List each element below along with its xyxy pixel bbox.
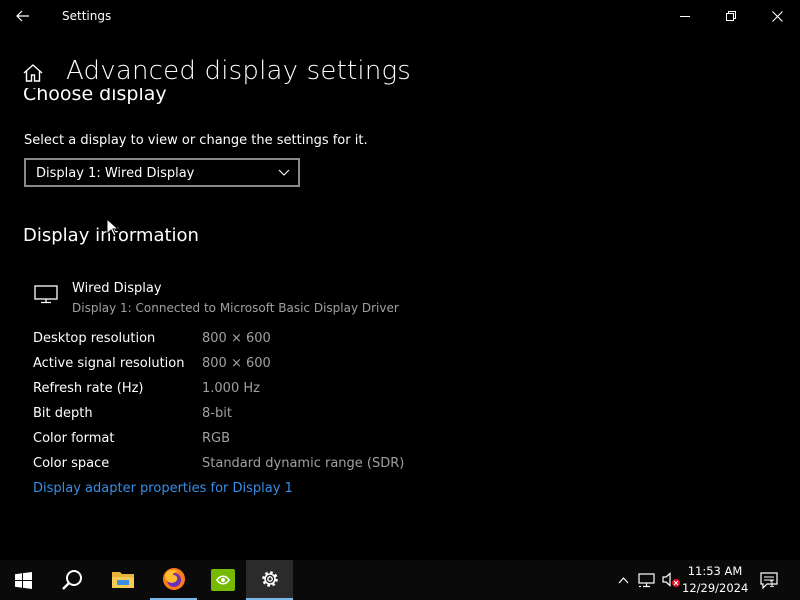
close-button[interactable] — [754, 0, 800, 32]
monitor-icon — [34, 285, 58, 304]
taskbar-clock[interactable]: 11:53 AM 12/29/2024 — [682, 563, 748, 597]
taskbar-file-explorer[interactable] — [99, 560, 146, 600]
display-name: Wired Display — [72, 281, 162, 296]
start-button[interactable] — [0, 560, 47, 600]
network-tray-button[interactable] — [636, 560, 658, 600]
file-explorer-icon — [111, 572, 134, 588]
info-row-bit-depth: Bit depth 8-bit — [33, 406, 433, 426]
settings-icon — [261, 571, 278, 587]
info-value: RGB — [202, 431, 231, 446]
search-icon — [61, 570, 82, 590]
info-row-color-format: Color format RGB — [33, 431, 433, 451]
info-label: Color space — [33, 456, 110, 471]
info-label: Bit depth — [33, 406, 93, 421]
start-icon — [15, 571, 32, 589]
taskbar-nvidia[interactable] — [199, 560, 246, 600]
home-button[interactable] — [22, 62, 46, 86]
info-value: 800 × 600 — [202, 356, 271, 371]
volume-muted-icon — [662, 572, 680, 587]
show-hidden-icons-button[interactable] — [614, 560, 632, 600]
choose-display-heading-wrap: Choose display — [23, 88, 323, 110]
home-icon — [23, 64, 43, 82]
clock-time: 11:53 AM — [687, 564, 743, 578]
network-icon — [638, 573, 655, 588]
display-select-label: Select a display to view or change the s… — [24, 133, 368, 148]
info-row-refresh-rate: Refresh rate (Hz) 1.000 Hz — [33, 381, 433, 401]
close-icon — [771, 10, 783, 22]
info-value: 1.000 Hz — [202, 381, 260, 396]
minimize-button[interactable] — [662, 0, 708, 32]
display-select[interactable]: Display 1: Wired Display — [24, 158, 300, 187]
info-row-color-space: Color space Standard dynamic range (SDR) — [33, 456, 433, 476]
minimize-icon — [680, 16, 690, 17]
display-description: Display 1: Connected to Microsoft Basic … — [72, 301, 399, 315]
firefox-icon — [162, 568, 185, 590]
info-label: Active signal resolution — [33, 356, 185, 371]
taskbar-settings[interactable] — [246, 560, 293, 600]
taskbar-firefox[interactable] — [150, 560, 197, 600]
chevron-down-icon — [278, 169, 290, 176]
info-value: 8-bit — [202, 406, 232, 421]
search-button[interactable] — [48, 560, 95, 600]
back-arrow-icon — [16, 10, 29, 22]
title-bar: Settings — [0, 0, 800, 32]
info-row-active-signal-resolution: Active signal resolution 800 × 600 — [33, 356, 433, 376]
chevron-up-icon — [618, 577, 628, 584]
choose-display-heading: Choose display — [23, 88, 167, 105]
info-value: 800 × 600 — [202, 331, 271, 346]
info-label: Color format — [33, 431, 115, 446]
restore-button[interactable] — [708, 0, 754, 32]
info-row-desktop-resolution: Desktop resolution 800 × 600 — [33, 331, 433, 351]
volume-tray-button[interactable] — [660, 560, 682, 600]
info-label: Refresh rate (Hz) — [33, 381, 144, 396]
notification-count-badge: 1 — [769, 580, 775, 590]
taskbar: 11:53 AM 12/29/2024 — [0, 560, 800, 600]
display-adapter-properties-link[interactable]: Display adapter properties for Display 1 — [33, 481, 293, 496]
window-title: Settings — [62, 9, 112, 23]
mouse-cursor-icon — [106, 218, 118, 237]
page-title: Advanced display settings — [66, 56, 412, 86]
nvidia-icon — [210, 569, 235, 591]
back-button[interactable] — [0, 0, 46, 32]
clock-date: 12/29/2024 — [682, 581, 749, 595]
info-label: Desktop resolution — [33, 331, 156, 346]
restore-icon — [726, 11, 736, 21]
display-select-value: Display 1: Wired Display — [36, 166, 195, 181]
info-value: Standard dynamic range (SDR) — [202, 456, 405, 471]
